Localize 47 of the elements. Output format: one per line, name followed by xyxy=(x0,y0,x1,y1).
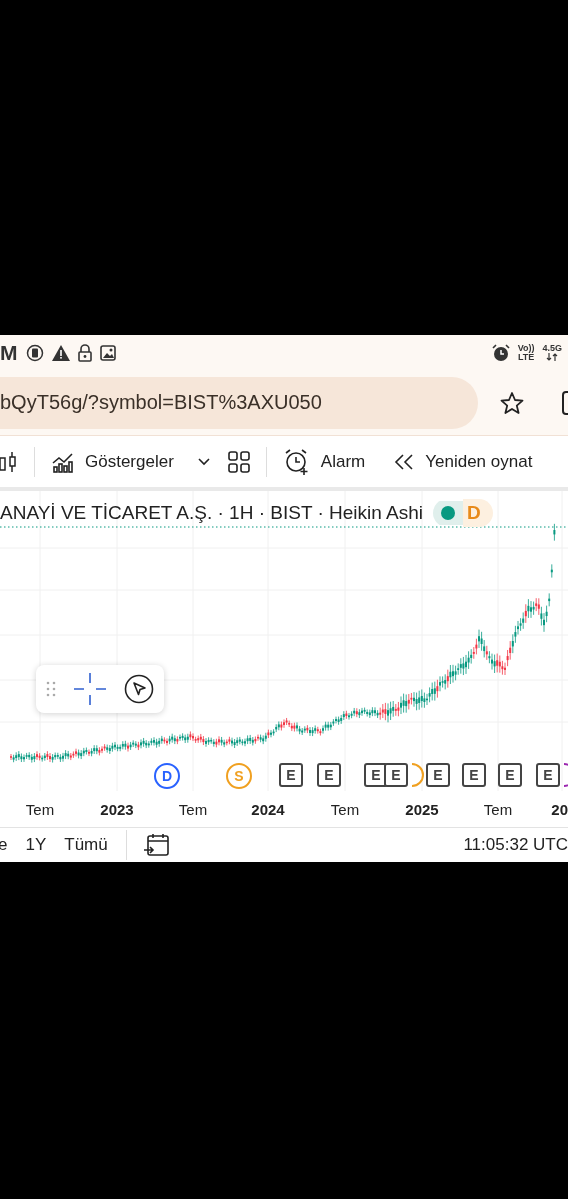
crosshair-icon[interactable] xyxy=(74,673,106,705)
tab-icon[interactable] xyxy=(562,390,568,415)
event-marker[interactable]: E xyxy=(426,763,450,787)
replay-button[interactable]: Yeniden oynat xyxy=(393,451,533,472)
event-marker-icon xyxy=(411,763,424,787)
symbol-legend: ANAYİ VE TİCARET A.Ş. · 1H · BIST · Heikin Ashi xyxy=(0,502,424,524)
alarm-button[interactable]: Alarm xyxy=(282,447,366,476)
rewind-icon xyxy=(393,452,416,471)
event-marker[interactable]: E xyxy=(317,763,341,787)
candles-icon[interactable] xyxy=(0,449,18,474)
lock-icon xyxy=(77,343,92,362)
event-marker-icon xyxy=(563,763,568,787)
axis-label: 2024 xyxy=(251,801,285,818)
axis-label: Tem xyxy=(178,801,208,818)
network-label: LTE xyxy=(517,352,535,362)
address-field[interactable]: bQyT56g/?symbol=BIST%3AXU050 xyxy=(0,376,478,429)
event-marker[interactable]: E xyxy=(384,763,408,787)
warning-icon xyxy=(51,344,70,361)
volte-label: Vo)) xyxy=(517,343,535,353)
event-marker[interactable]: E xyxy=(498,763,522,787)
clock-time: 11:05:32 UTC xyxy=(463,835,568,855)
status-dot-icon xyxy=(441,506,456,520)
image-icon xyxy=(99,344,116,361)
caret-icon[interactable] xyxy=(197,457,210,466)
indicators-button[interactable]: Göstergeler xyxy=(51,449,174,474)
cursor-icon[interactable] xyxy=(124,674,154,704)
range-button[interactable]: Tümü xyxy=(64,835,108,855)
network-generation: 4.5G xyxy=(542,344,562,353)
calendar-icon[interactable] xyxy=(142,833,169,857)
alarm-clock-icon xyxy=(491,343,510,362)
data-saver-icon xyxy=(25,343,44,362)
axis-label: 2023 xyxy=(100,801,134,818)
axis-label: Tem xyxy=(330,801,360,818)
axis-label: Tem xyxy=(483,801,513,818)
axis-label: 2025 xyxy=(405,801,439,818)
axis-label: Tem xyxy=(25,801,55,818)
range-button[interactable]: 1Y xyxy=(25,835,47,855)
event-marker[interactable]: E xyxy=(462,763,486,787)
axis-label: 20 xyxy=(551,801,568,818)
status-letter: M xyxy=(0,340,18,365)
event-marker[interactable]: D xyxy=(154,763,180,789)
layout-grid-icon[interactable] xyxy=(227,450,250,473)
event-marker[interactable]: E xyxy=(536,763,560,787)
drag-handle-icon[interactable] xyxy=(46,681,56,697)
event-marker[interactable]: E xyxy=(279,763,303,787)
data-arrows-icon xyxy=(546,353,559,361)
star-icon[interactable] xyxy=(500,390,524,415)
